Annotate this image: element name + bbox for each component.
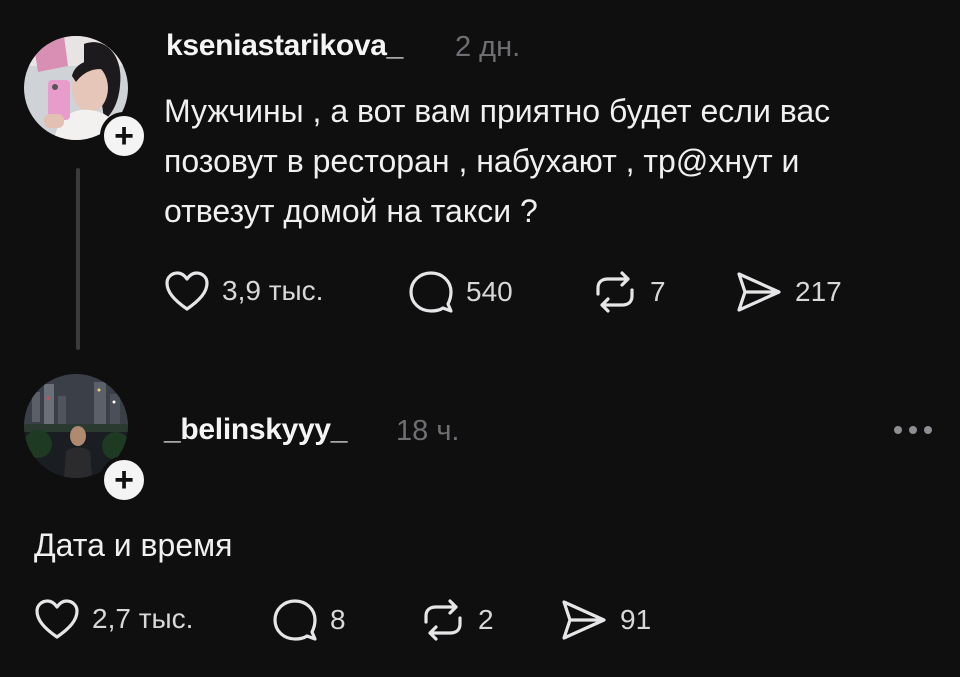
share-button[interactable]: 217 (735, 270, 842, 314)
heart-icon (34, 598, 80, 640)
send-icon (735, 270, 783, 314)
share-count: 217 (795, 276, 842, 307)
repost-button[interactable]: 7 (592, 270, 666, 314)
username[interactable]: kseniaѕtarikova_ (166, 29, 403, 63)
like-button[interactable]: 3,9 тыс. (164, 270, 323, 312)
follow-plus-icon[interactable]: + (100, 112, 148, 160)
comment-bubble-icon (408, 270, 454, 314)
repost-count: 7 (650, 276, 666, 307)
send-icon (560, 598, 608, 642)
comment-count: 540 (466, 276, 513, 307)
repost-button[interactable]: 2 (420, 598, 494, 642)
like-count: 3,9 тыс. (222, 275, 324, 306)
post-time: 2 дн. (455, 31, 521, 63)
username[interactable]: _belinskyyy_ (164, 413, 348, 447)
repost-icon (592, 270, 638, 314)
more-dots-icon[interactable] (894, 426, 932, 434)
repost-icon (420, 598, 466, 642)
share-count: 91 (620, 604, 652, 635)
like-button[interactable]: 2,7 тыс. (34, 598, 193, 640)
share-button[interactable]: 91 (560, 598, 651, 642)
post-text: Дата и время (34, 527, 233, 563)
post-time: 18 ч. (396, 415, 460, 447)
thread-line (76, 168, 80, 350)
repost-count: 2 (478, 604, 494, 635)
heart-icon (164, 270, 210, 312)
comment-button[interactable]: 8 (272, 598, 346, 642)
comment-count: 8 (330, 604, 346, 635)
post-text: Мужчины , а вот вам приятно будет если в… (164, 93, 831, 229)
comment-button[interactable]: 540 (408, 270, 513, 314)
comment-bubble-icon (272, 598, 318, 642)
follow-plus-icon[interactable]: + (100, 456, 148, 504)
like-count: 2,7 тыс. (92, 603, 194, 634)
